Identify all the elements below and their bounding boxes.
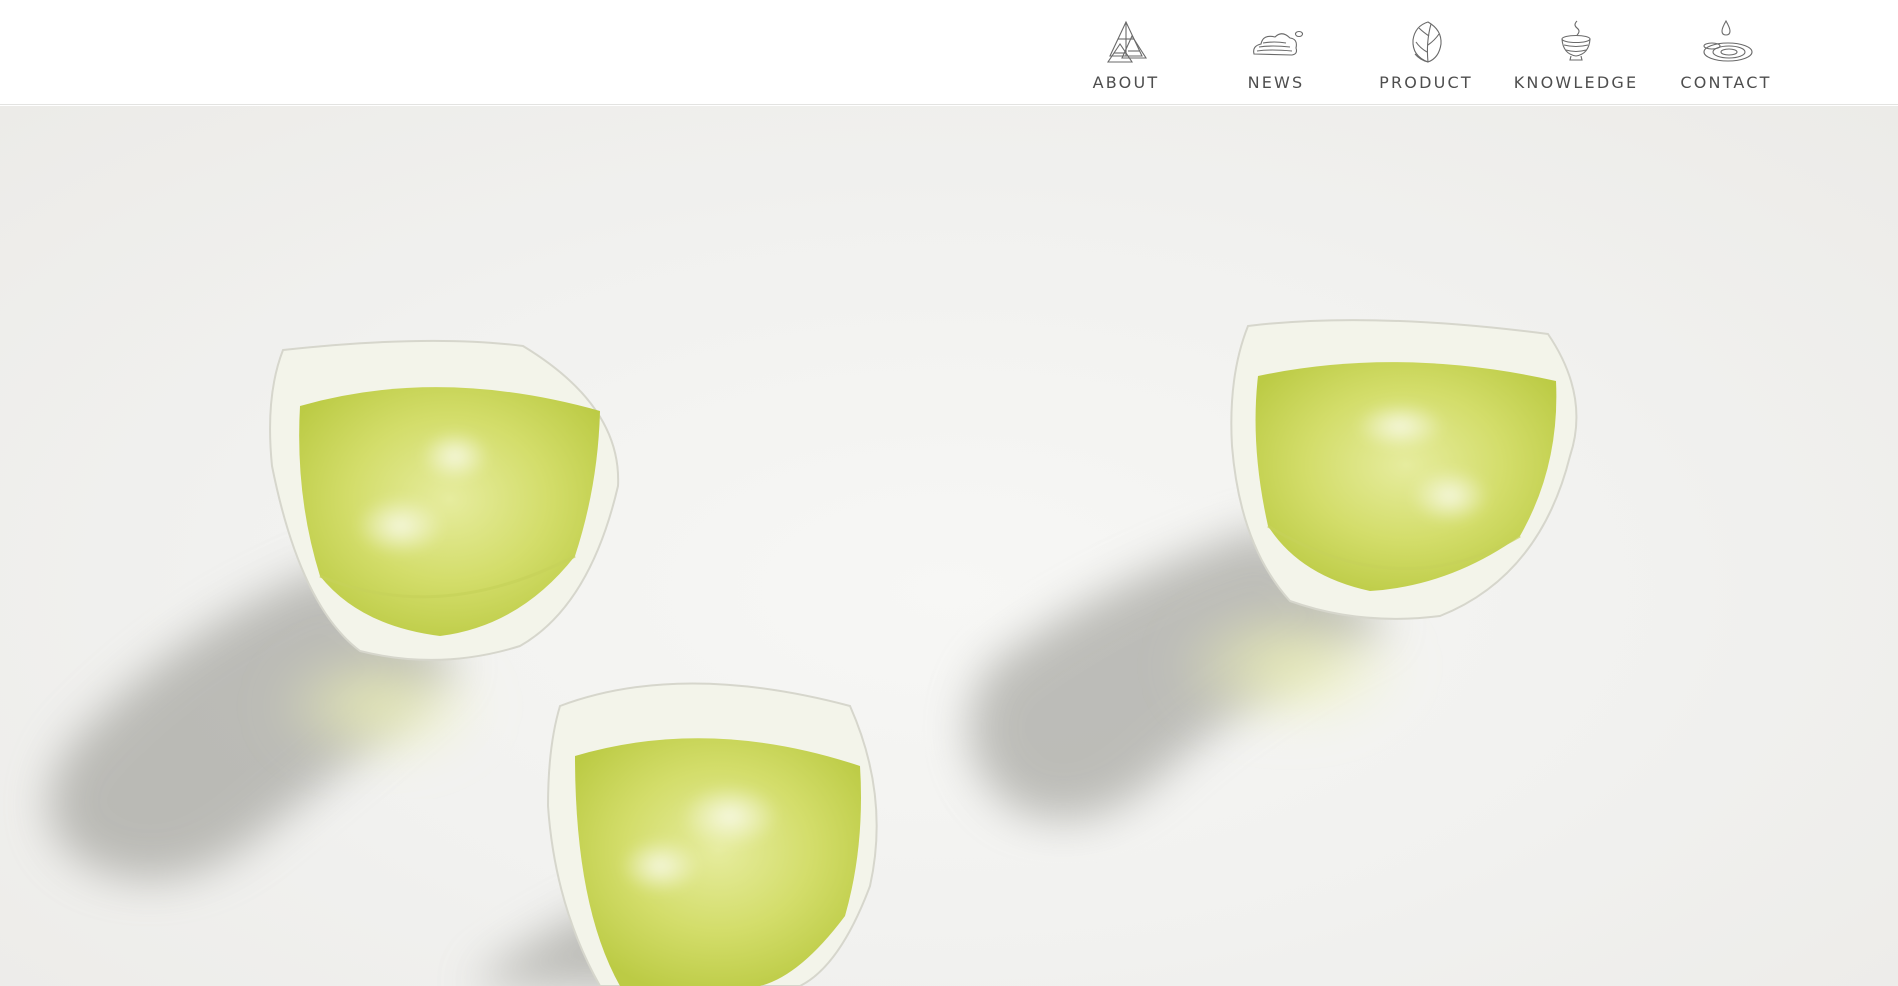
- site-header: ABOUT NEWS PRODUCT KNOWLEDGE CONTACT: [0, 0, 1898, 105]
- tea-glass-right: [1230, 319, 1578, 620]
- tea-glass-bottom: [546, 682, 878, 986]
- nav-item-product[interactable]: PRODUCT: [1351, 0, 1501, 105]
- nav-label-contact: CONTACT: [1680, 73, 1772, 92]
- main-nav: ABOUT NEWS PRODUCT KNOWLEDGE CONTACT: [1051, 0, 1801, 105]
- nav-label-product: PRODUCT: [1379, 73, 1473, 92]
- mountain-icon: [1098, 18, 1154, 66]
- nav-label-about: ABOUT: [1092, 73, 1160, 92]
- tea-bowl-icon: [1548, 18, 1604, 66]
- nav-label-knowledge: KNOWLEDGE: [1513, 73, 1639, 92]
- nav-item-knowledge[interactable]: KNOWLEDGE: [1501, 0, 1651, 105]
- iced-green-tea-glasses-photo: [49, 319, 1578, 986]
- nav-label-news: NEWS: [1247, 73, 1305, 92]
- tea-leaf-icon: [1398, 18, 1454, 66]
- hero-image: [0, 106, 1898, 986]
- nav-item-about[interactable]: ABOUT: [1051, 0, 1201, 105]
- cloud-icon: [1248, 18, 1304, 66]
- nav-item-contact[interactable]: CONTACT: [1651, 0, 1801, 105]
- nav-item-news[interactable]: NEWS: [1201, 0, 1351, 105]
- water-drop-icon: [1698, 18, 1754, 66]
